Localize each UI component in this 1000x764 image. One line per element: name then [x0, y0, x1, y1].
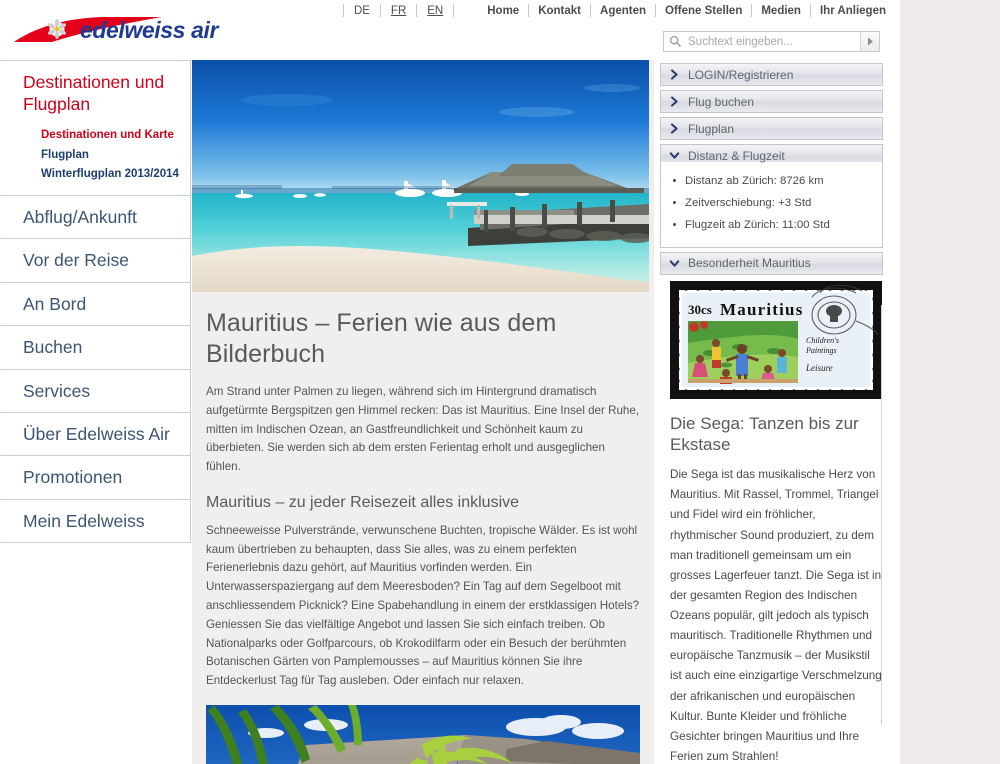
sidebar-item-promotionen[interactable]: Promotionen [0, 455, 191, 500]
sidebar-label-vor-der-reise[interactable]: Vor der Reise [1, 239, 190, 281]
accordion-header-besonderheit[interactable]: Besonderheit Mauritius [661, 253, 882, 274]
edelweiss-air-logo[interactable]: edelweiss air [12, 12, 252, 48]
sidebar-subnav-destinationen: Destinationen und Karte Flugplan Winterf… [1, 126, 190, 195]
sidebar-label-mein-edelweiss[interactable]: Mein Edelweiss [1, 500, 190, 542]
svg-text:Leisure: Leisure [805, 363, 833, 373]
accordion-header-login[interactable]: LOGIN/Registrieren [661, 64, 882, 85]
nav-agenten[interactable]: Agenten [598, 5, 648, 17]
accordion-label-flug-buchen: Flug buchen [688, 94, 755, 109]
nav-divider [379, 4, 381, 17]
nav-medien[interactable]: Medien [759, 5, 803, 17]
sidebar-label-ueber-edelweiss-air[interactable]: Über Edelweiss Air [1, 413, 190, 455]
page-root: edelweiss air DE FR EN Home Kontakt Agen… [0, 0, 1000, 764]
accordion-besonderheit-mauritius[interactable]: Besonderheit Mauritius [660, 251, 883, 275]
site-header: edelweiss air DE FR EN Home Kontakt Agen… [0, 0, 900, 60]
main-sidebar: Destinationen und Flugplan Destinationen… [0, 60, 192, 764]
search-icon [669, 35, 682, 48]
page-title: Mauritius – Ferien wie aus dem Bilderbuc… [206, 309, 557, 368]
sidebar-label-services[interactable]: Services [1, 370, 190, 412]
accordion-header-flug-buchen[interactable]: Flug buchen [661, 91, 882, 112]
sidebar-label-destinationen[interactable]: Destinationen und Flugplan [1, 61, 190, 126]
nav-divider [751, 4, 753, 17]
nav-divider [655, 4, 657, 17]
accordion-flugplan[interactable]: Flugplan [660, 117, 883, 140]
sidebar-item-an-bord[interactable]: An Bord [0, 281, 191, 327]
sidebar-subitem-flugplan[interactable]: Flugplan [41, 146, 180, 166]
right-column-divider [881, 305, 882, 725]
section-heading: Mauritius – zu jeder Reisezeit alles ink… [206, 493, 520, 511]
chevron-down-icon [669, 258, 680, 269]
chevron-right-icon [669, 123, 680, 134]
feature-panel: 30cs Mauritius Children's Paintings Leis… [660, 280, 883, 764]
svg-text:Children's: Children's [806, 336, 839, 345]
lang-fr[interactable]: FR [388, 5, 409, 17]
sidebar-item-mein-edelweiss[interactable]: Mein Edelweiss [0, 498, 191, 544]
sidebar-subitem-destinationen-karte[interactable]: Destinationen und Karte [41, 126, 180, 146]
main-content: Mauritius – Ferien wie aus dem Bilderbuc… [192, 60, 654, 764]
sidebar-item-destinationen[interactable]: Destinationen und Flugplan Destinationen… [0, 60, 191, 197]
nav-offene-stellen[interactable]: Offene Stellen [663, 5, 744, 17]
page-body: Destinationen und Flugplan Destinationen… [0, 60, 900, 764]
svg-text:edelweiss air: edelweiss air [80, 17, 219, 43]
accordion-login-registrieren[interactable]: LOGIN/Registrieren [660, 63, 883, 86]
chevron-right-icon [669, 69, 680, 80]
feature-title: Die Sega: Tanzen bis zur Ekstase [670, 413, 859, 454]
accordion-label-login: LOGIN/Registrieren [688, 67, 794, 82]
nav-kontakt[interactable]: Kontakt [536, 5, 583, 17]
fact-zeitverschiebung: Zeitverschiebung: +3 Std [669, 192, 874, 214]
right-sidebar: LOGIN/Registrieren Flug buchen Flugplan … [654, 60, 900, 764]
lang-de[interactable]: DE [351, 5, 373, 17]
nav-divider [528, 4, 530, 17]
search-box[interactable] [663, 31, 880, 52]
sidebar-item-buchen[interactable]: Buchen [0, 325, 191, 370]
sidebar-item-ueber-edelweiss-air[interactable]: Über Edelweiss Air [0, 412, 191, 457]
accordion-panel-distanz-flugzeit: Distanz ab Zürich: 8726 km Zeitverschieb… [660, 162, 883, 248]
sidebar-item-vor-der-reise[interactable]: Vor der Reise [0, 238, 191, 283]
sidebar-label-promotionen[interactable]: Promotionen [1, 456, 190, 498]
fact-distanz: Distanz ab Zürich: 8726 km [669, 170, 874, 192]
flight-facts-list: Distanz ab Zürich: 8726 km Zeitverschieb… [669, 170, 874, 237]
svg-text:30cs: 30cs [688, 302, 712, 317]
page-shell: edelweiss air DE FR EN Home Kontakt Agen… [0, 0, 900, 764]
lang-en[interactable]: EN [424, 5, 446, 17]
search-input[interactable] [686, 34, 854, 49]
intro-paragraph: Am Strand unter Palmen zu liegen, währen… [206, 385, 640, 474]
nav-ihr-anliegen[interactable]: Ihr Anliegen [818, 5, 888, 17]
accordion-header-flugplan[interactable]: Flugplan [661, 118, 882, 139]
feature-text: Die Sega ist das musikalische Herz von M… [670, 468, 882, 763]
chevron-down-icon [669, 150, 680, 161]
article-body: Mauritius – Ferien wie aus dem Bilderbuc… [192, 292, 654, 764]
svg-text:Mauritius: Mauritius [720, 300, 804, 319]
sidebar-label-abflug-ankunft[interactable]: Abflug/Ankunft [1, 196, 190, 238]
secondary-image [206, 704, 640, 764]
nav-home[interactable]: Home [485, 5, 521, 17]
sidebar-subitem-winterflugplan[interactable]: Winterflugplan 2013/2014 [41, 165, 180, 185]
sidebar-label-an-bord[interactable]: An Bord [1, 283, 190, 325]
mauritius-stamp-image: 30cs Mauritius Children's Paintings Leis… [670, 280, 882, 399]
hero-image [192, 60, 649, 292]
nav-divider [453, 4, 455, 17]
accordion-label-besonderheit: Besonderheit Mauritius [688, 256, 811, 271]
top-navigation: DE FR EN Home Kontakt Agenten Offene Ste… [336, 0, 888, 21]
nav-divider [590, 4, 592, 17]
search-submit-button[interactable] [860, 32, 879, 51]
svg-text:Paintings: Paintings [805, 346, 837, 355]
sidebar-item-abflug-ankunft[interactable]: Abflug/Ankunft [0, 195, 191, 240]
chevron-right-icon [669, 96, 680, 107]
nav-divider [416, 4, 418, 17]
arrow-right-icon [867, 34, 874, 49]
sidebar-label-buchen[interactable]: Buchen [1, 326, 190, 368]
search-field[interactable] [664, 32, 860, 51]
nav-divider [809, 4, 811, 17]
section-paragraph: Schneeweisse Pulverstrände, verwunschene… [206, 523, 640, 688]
sidebar-item-services[interactable]: Services [0, 368, 191, 414]
accordion-flug-buchen[interactable]: Flug buchen [660, 90, 883, 113]
fact-flugzeit: Flugzeit ab Zürich: 11:00 Std [669, 214, 874, 236]
nav-divider [342, 4, 344, 17]
accordion-label-flugplan: Flugplan [688, 121, 735, 136]
accordion-label-distanz-flugzeit: Distanz & Flugzeit [688, 148, 785, 163]
